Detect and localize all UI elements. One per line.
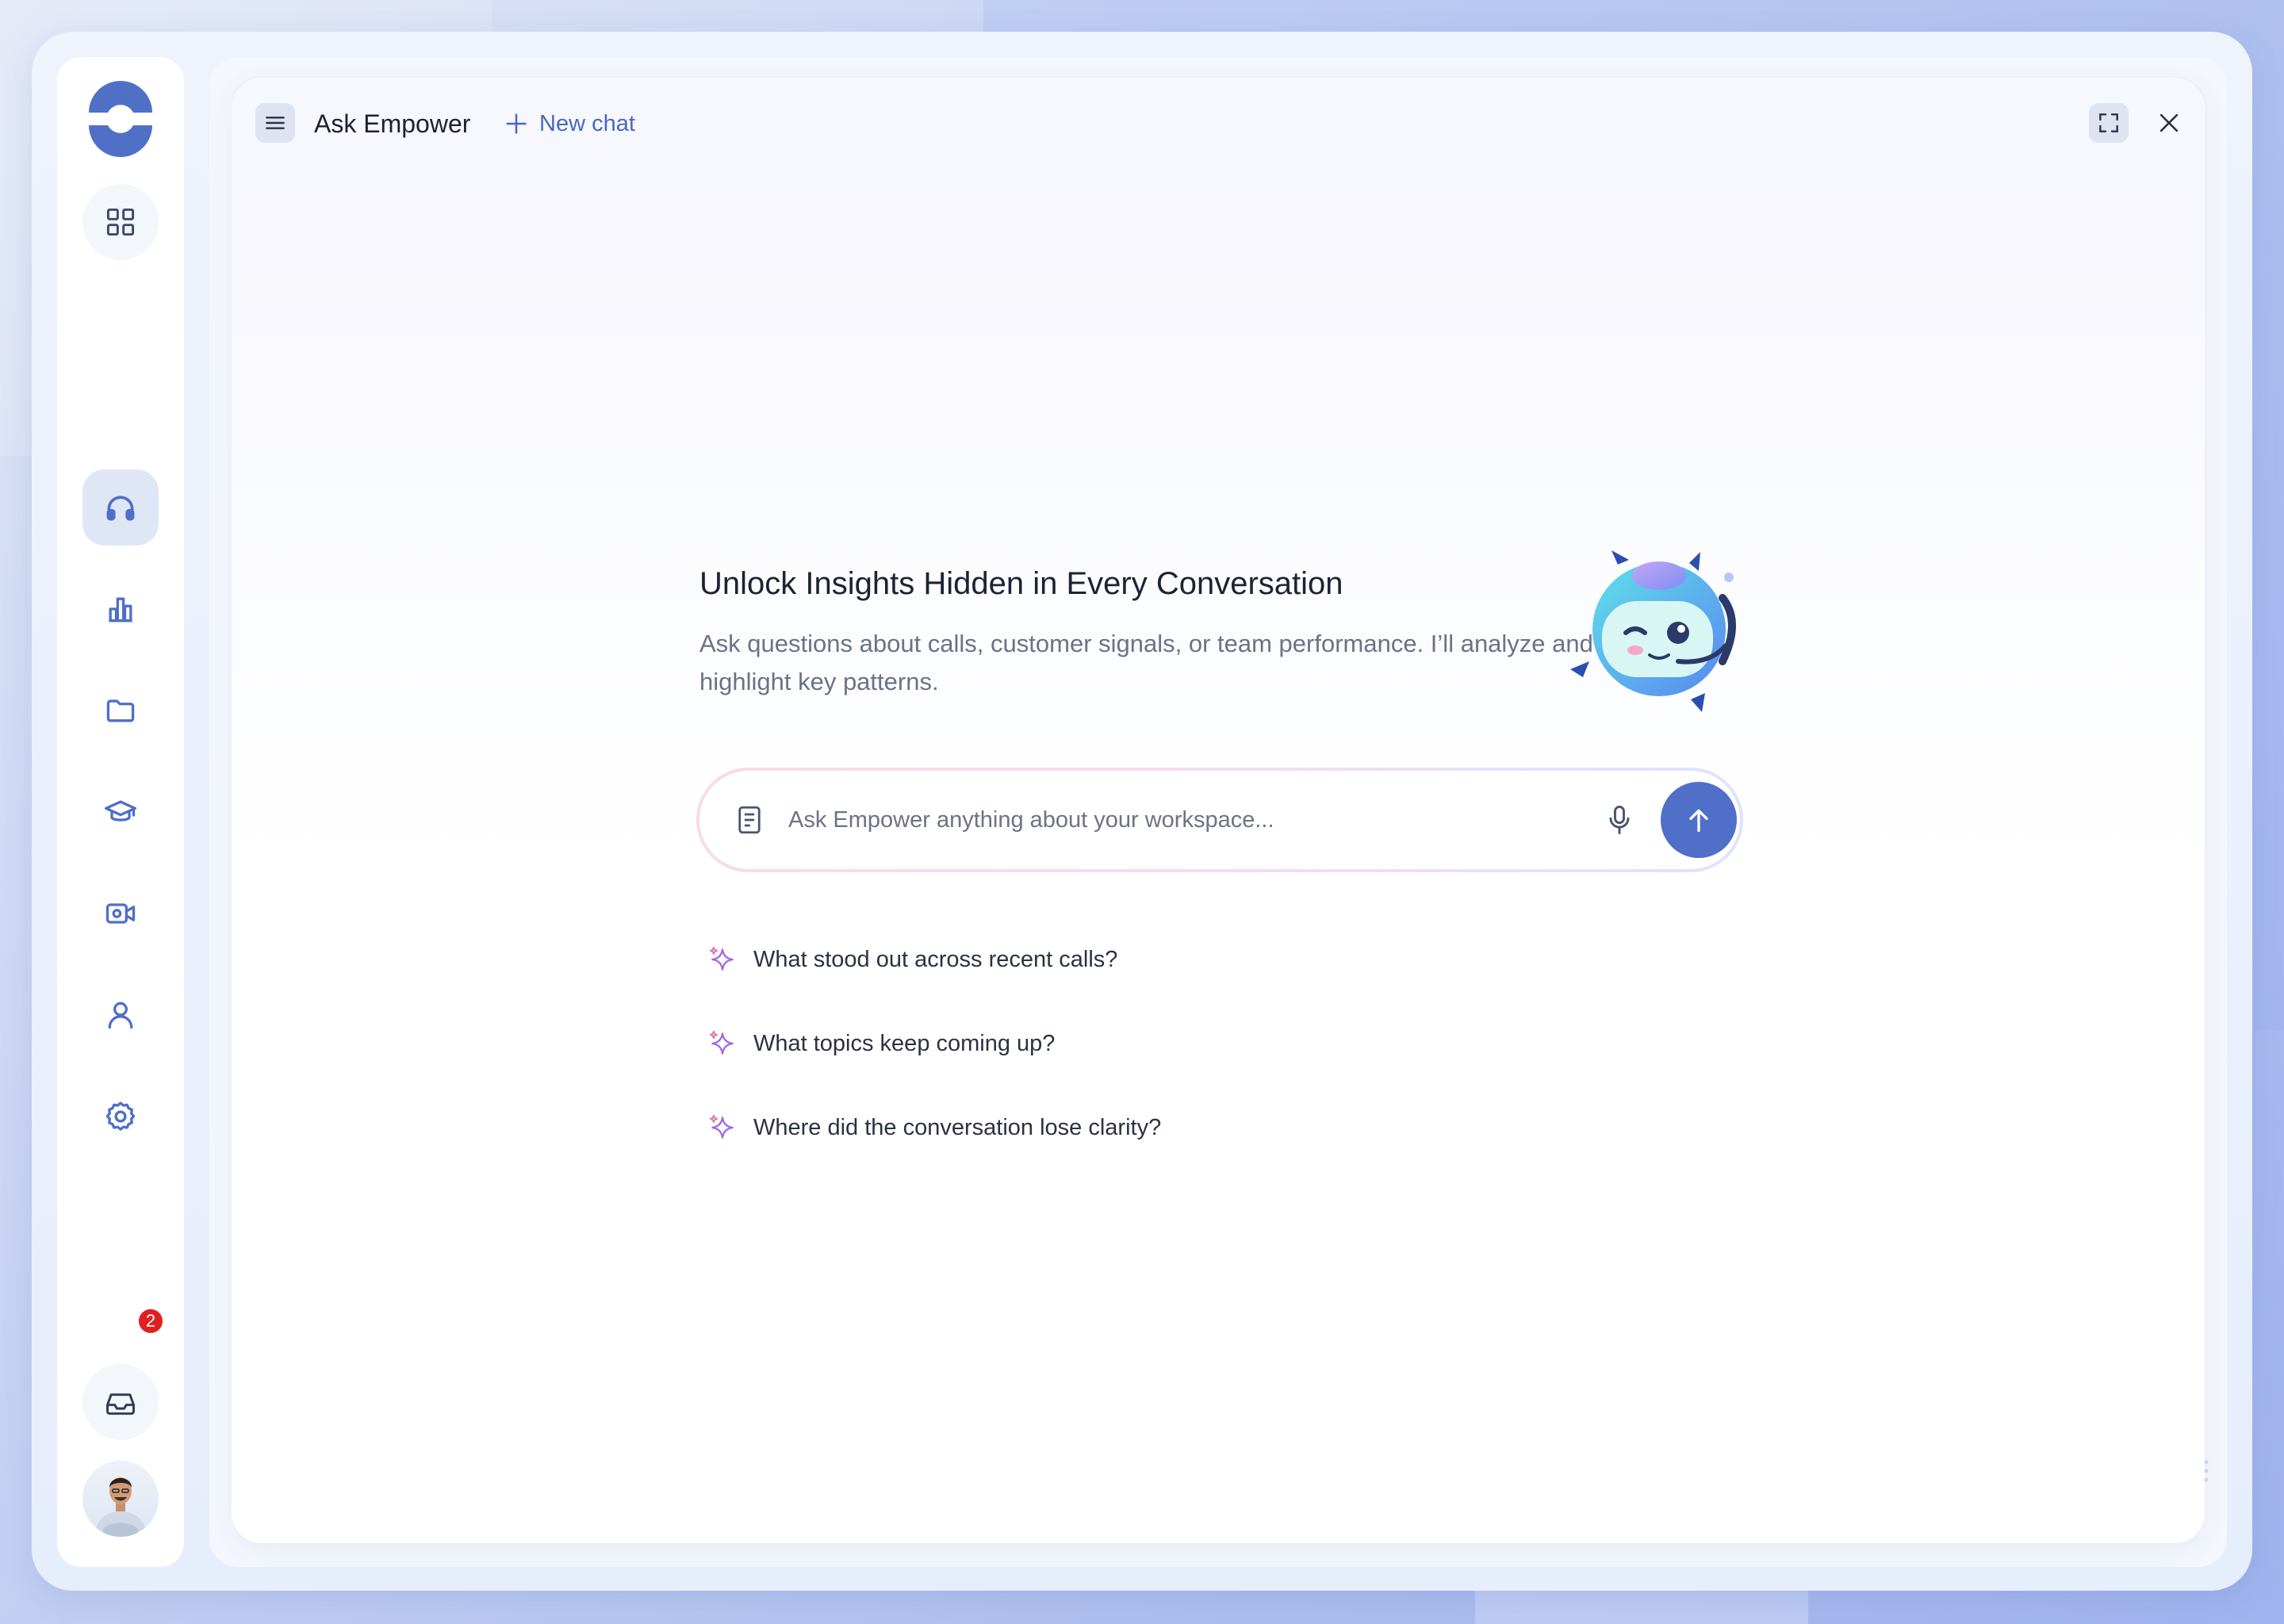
suggestion-label: Where did the conversation lose clarity? (753, 1115, 1162, 1140)
new-chat-button[interactable]: New chat (503, 106, 635, 141)
suggestion-item[interactable]: What topics keep coming up? (707, 1026, 1055, 1061)
arrow-up-icon (1689, 809, 1708, 832)
suggestion-label: What stood out across recent calls? (753, 947, 1118, 972)
expand-icon (2099, 113, 2118, 132)
folder-icon (106, 699, 135, 722)
suggestion-label: What topics keep coming up? (753, 1031, 1056, 1056)
hero-title: Unlock Insights Hidden in Every Conversa… (699, 566, 1343, 601)
sparkle-icon (709, 1114, 734, 1139)
sparkle-icon (709, 1030, 734, 1055)
resize-handle-icon[interactable] (2203, 1459, 2209, 1483)
robot-mascot-image (1570, 550, 1746, 717)
grid-icon (106, 208, 135, 236)
close-icon (2159, 113, 2179, 132)
sidebar-item-settings[interactable] (82, 1078, 159, 1155)
sidebar: 2 (57, 57, 184, 1567)
notification-badge: 2 (136, 1307, 165, 1335)
video-camera-icon (105, 903, 136, 924)
sidebar-item-recordings[interactable] (82, 875, 159, 952)
sidebar-item-analytics[interactable] (82, 571, 159, 647)
chat-panel: Ask Empower New chat Unlock Insights Hid… (230, 76, 2206, 1545)
headphones-icon (106, 496, 135, 521)
plus-icon (506, 113, 527, 134)
app-logo[interactable] (82, 81, 159, 157)
hero-subtitle: Ask questions about calls, customer sign… (699, 630, 1593, 695)
sparkle-icon (709, 946, 734, 971)
composer (696, 768, 1743, 872)
page-title: Ask Empower (314, 109, 471, 138)
user-avatar[interactable] (82, 1461, 159, 1537)
close-button[interactable] (2149, 103, 2189, 143)
hamburger-icon (266, 117, 285, 129)
sidebar-item-calls[interactable] (82, 469, 159, 546)
graduation-cap-icon (105, 800, 136, 822)
composer-inner (699, 771, 1740, 869)
sidebar-item-inbox[interactable] (82, 1364, 159, 1440)
document-icon[interactable] (733, 802, 766, 837)
sidebar-item-profile[interactable] (82, 977, 159, 1053)
new-chat-label: New chat (539, 111, 635, 136)
inbox-icon (106, 1393, 135, 1415)
fullscreen-button[interactable] (2089, 103, 2129, 143)
menu-button[interactable] (255, 103, 295, 143)
gear-icon (105, 1101, 136, 1131)
send-button[interactable] (1661, 782, 1737, 858)
user-icon (108, 1002, 133, 1029)
sidebar-item-library[interactable] (82, 672, 159, 749)
sidebar-item-dashboard[interactable] (82, 184, 159, 260)
suggestion-item[interactable]: Where did the conversation lose clarity? (707, 1110, 1161, 1145)
ask-input[interactable] (788, 795, 1439, 845)
bar-chart-icon (109, 597, 132, 622)
microphone-icon[interactable] (1602, 802, 1637, 837)
sidebar-item-training[interactable] (82, 774, 159, 850)
suggestion-item[interactable]: What stood out across recent calls? (707, 942, 1117, 977)
